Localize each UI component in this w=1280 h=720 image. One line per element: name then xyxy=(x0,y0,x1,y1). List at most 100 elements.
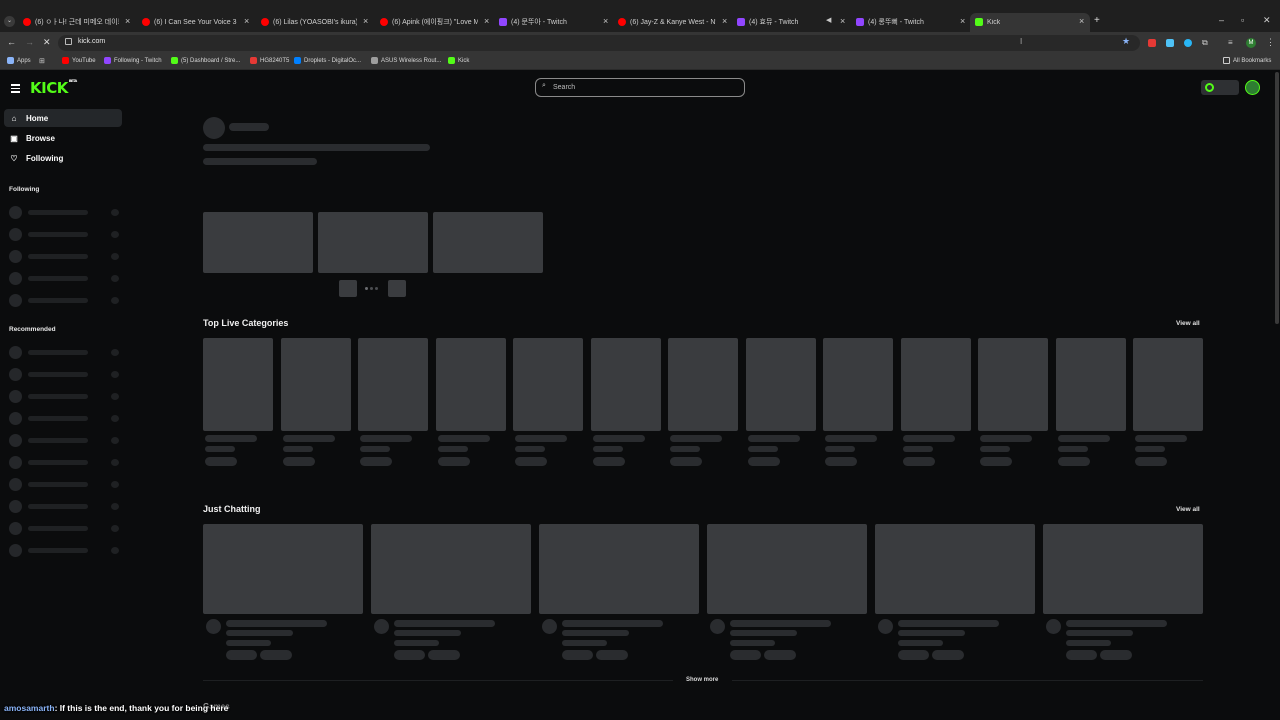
tab-close-icon[interactable]: × xyxy=(363,16,368,26)
stop-loading-icon[interactable]: ✕ xyxy=(43,37,51,48)
hamburger-menu-icon[interactable] xyxy=(11,84,20,93)
category-card[interactable] xyxy=(1055,338,1126,468)
stream-card[interactable] xyxy=(539,524,699,664)
category-card[interactable] xyxy=(1133,338,1203,468)
sidebar-item-following[interactable]: ♡ Following xyxy=(4,149,122,167)
stream-card[interactable] xyxy=(875,524,1035,664)
close-window-button[interactable]: ✕ xyxy=(1263,15,1271,26)
sidebar-channel-skeleton[interactable] xyxy=(9,390,121,403)
user-avatar[interactable] xyxy=(1245,80,1260,95)
sidebar-channel-skeleton[interactable] xyxy=(9,412,121,425)
bookmark-item[interactable]: Following - Twitch xyxy=(104,57,162,64)
grid-icon[interactable]: ⊞ xyxy=(39,57,45,65)
all-bookmarks[interactable]: All Bookmarks xyxy=(1223,57,1271,64)
category-card[interactable] xyxy=(668,338,738,468)
browser-tab[interactable]: Kick xyxy=(975,14,1073,30)
site-info-icon[interactable] xyxy=(65,38,72,45)
sidebar-channel-skeleton[interactable] xyxy=(9,500,121,513)
browser-tab[interactable]: (4) 문뚜아 - Twitch xyxy=(499,14,597,30)
carousel-prev-button[interactable] xyxy=(339,280,357,297)
sidebar-channel-skeleton[interactable] xyxy=(9,206,121,219)
browser-tab[interactable]: (6) Jay-Z & Kanye West - N**as xyxy=(618,14,716,30)
carousel-card[interactable] xyxy=(433,212,543,273)
speaker-icon[interactable]: ◀ xyxy=(826,16,831,26)
tab-close-icon[interactable]: × xyxy=(960,16,965,26)
sidebar-channel-skeleton[interactable] xyxy=(9,522,121,535)
sidebar-channel-skeleton[interactable] xyxy=(9,434,121,447)
sidebar-channel-skeleton[interactable] xyxy=(9,456,121,469)
page-scrollbar[interactable] xyxy=(1275,72,1279,324)
extension-wave-icon[interactable] xyxy=(1184,39,1192,47)
category-card[interactable] xyxy=(435,338,506,468)
sidebar-channel-skeleton[interactable] xyxy=(9,272,121,285)
category-card[interactable] xyxy=(823,338,893,468)
extension-blue-icon[interactable] xyxy=(1166,39,1174,47)
stream-card[interactable] xyxy=(203,524,363,664)
stream-card[interactable] xyxy=(371,524,531,664)
maximize-button[interactable]: ▫ xyxy=(1241,15,1244,25)
url-text[interactable]: kick.com xyxy=(78,38,105,45)
new-tab-button[interactable]: + xyxy=(1094,15,1100,26)
profile-avatar[interactable]: M xyxy=(1246,38,1256,48)
bookmark-item[interactable]: Apps xyxy=(7,57,31,64)
address-bar[interactable]: kick.com I ★ xyxy=(58,35,1140,51)
category-card[interactable] xyxy=(513,338,583,468)
sidebar-channel-skeleton[interactable] xyxy=(9,478,121,491)
category-card[interactable] xyxy=(745,338,816,468)
bookmark-star-icon[interactable]: ★ xyxy=(1122,36,1130,47)
category-card[interactable] xyxy=(280,338,351,468)
bookmark-item[interactable]: HG8240T5 xyxy=(250,57,289,64)
tab-search-button[interactable]: ⌄ xyxy=(4,16,15,27)
browser-tab[interactable]: (6) Apink (에이핑크) "Love Me xyxy=(380,14,478,30)
bookmark-item[interactable]: ASUS Wireless Rout... xyxy=(371,57,441,64)
bookmark-item[interactable]: Kick xyxy=(448,57,469,64)
sidebar-channel-skeleton[interactable] xyxy=(9,368,121,381)
tab-close-icon[interactable]: × xyxy=(1079,16,1084,26)
bookmark-item[interactable]: YouTube xyxy=(62,57,96,64)
loading-status-button[interactable] xyxy=(1201,80,1239,95)
tab-close-icon[interactable]: × xyxy=(840,16,845,26)
minimize-button[interactable]: – xyxy=(1219,15,1224,25)
search-input[interactable]: ⌕ Search xyxy=(535,78,745,97)
stream-card[interactable] xyxy=(707,524,867,664)
browser-tab[interactable]: (4) 효뮤 - Twitch xyxy=(737,14,834,30)
category-card[interactable] xyxy=(900,338,971,468)
bookmark-item[interactable]: Droplets - DigitalOc... xyxy=(294,57,361,64)
forward-arrow-icon[interactable]: → xyxy=(25,37,34,47)
sidebar-channel-skeleton[interactable] xyxy=(9,294,121,307)
extension-red-icon[interactable] xyxy=(1148,39,1156,47)
sidebar-item-home[interactable]: ⌂ Home xyxy=(4,109,122,127)
category-card[interactable] xyxy=(978,338,1048,468)
kick-logo[interactable]: KICKBETA xyxy=(30,79,77,97)
stream-card[interactable] xyxy=(1043,524,1203,664)
carousel-card[interactable] xyxy=(318,212,428,273)
tab-close-icon[interactable]: × xyxy=(125,16,130,26)
sidebar-channel-skeleton[interactable] xyxy=(9,544,121,557)
carousel-next-button[interactable] xyxy=(388,280,406,297)
sidebar-channel-skeleton[interactable] xyxy=(9,250,121,263)
carousel-card[interactable] xyxy=(203,212,313,273)
sidebar-channel-skeleton[interactable] xyxy=(9,346,121,359)
tab-close-icon[interactable]: × xyxy=(722,16,727,26)
extensions-puzzle-icon[interactable]: ⧉ xyxy=(1202,38,1208,48)
tab-groups-icon[interactable]: ≡ xyxy=(1228,38,1233,47)
sidebar-channel-skeleton[interactable] xyxy=(9,228,121,241)
browser-tab[interactable]: (6) I Can See Your Voice 3 [몽실 xyxy=(142,14,238,30)
sidebar-item-browse[interactable]: ▣ Browse xyxy=(4,129,122,147)
browser-tab[interactable]: (6) ㅇㅏ나! 근데 미메오 데이트 xyxy=(23,14,119,30)
tab-close-icon[interactable]: × xyxy=(603,16,608,26)
browser-tab[interactable]: (4) 롱뚜뻐 - Twitch xyxy=(856,14,954,30)
tab-close-icon[interactable]: × xyxy=(484,16,489,26)
just-chatting-view-all-link[interactable]: View all xyxy=(1176,506,1200,513)
tab-close-icon[interactable]: × xyxy=(244,16,249,26)
categories-view-all-link[interactable]: View all xyxy=(1176,320,1200,327)
back-arrow-icon[interactable]: ← xyxy=(7,37,16,47)
browser-tab[interactable]: (6) Lilas (YOASOBI's ikura)에 이 xyxy=(261,14,357,30)
stream-tag-skeleton xyxy=(730,650,761,660)
category-card[interactable] xyxy=(590,338,661,468)
bookmark-item[interactable]: (5) Dashboard / Stre... xyxy=(171,57,240,64)
category-card[interactable] xyxy=(203,338,273,468)
category-card[interactable] xyxy=(358,338,428,468)
browser-menu-icon[interactable]: ⋮ xyxy=(1266,37,1275,48)
show-more-button[interactable]: Show more xyxy=(686,677,718,683)
